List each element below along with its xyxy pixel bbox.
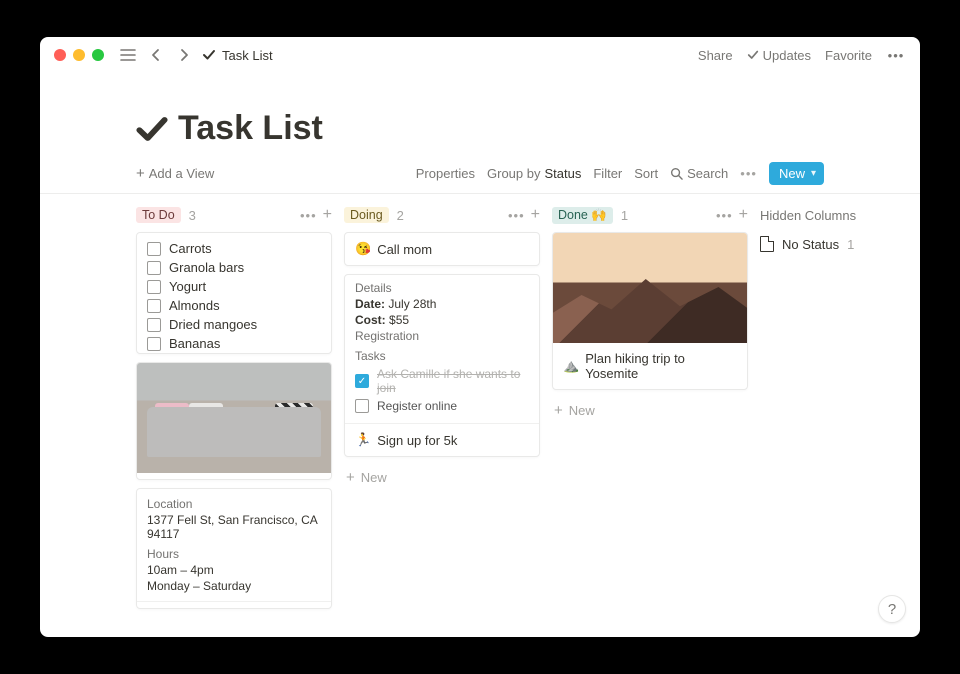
card-title: Plan hiking trip to Yosemite <box>585 351 737 381</box>
checklist-item[interactable]: Carrots <box>147 241 321 256</box>
detail-label: Details <box>355 281 529 295</box>
top-actions: Share Updates Favorite ••• <box>698 45 906 65</box>
sort-button[interactable]: Sort <box>634 166 658 181</box>
hidden-column-count: 1 <box>847 237 854 252</box>
column-todo: To Do 3 ••• + Carrots Granola bars Yogur… <box>136 204 332 617</box>
column-add-icon[interactable]: + <box>739 206 748 224</box>
column-count: 2 <box>397 208 404 223</box>
column-done: Done 🙌 1 ••• + ⛰️ Plan hiking trip to Yo… <box>552 204 748 617</box>
checklist-item[interactable]: Almonds <box>147 298 321 313</box>
plus-icon: + <box>346 469 355 486</box>
nav-back-icon[interactable] <box>146 45 166 65</box>
page-title[interactable]: Task List <box>178 109 323 148</box>
column-more-icon[interactable]: ••• <box>716 208 733 223</box>
page-content: Task List + Add a View Properties Group … <box>40 73 920 637</box>
card-emoji-icon: 🏃 <box>355 432 371 448</box>
column-header: To Do 3 ••• + <box>136 204 332 232</box>
view-more-icon[interactable]: ••• <box>740 166 757 181</box>
card-emoji-icon: ⛰️ <box>563 358 579 374</box>
column-label[interactable]: Doing <box>344 207 389 223</box>
page-icon[interactable] <box>134 113 169 145</box>
page-more-icon[interactable]: ••• <box>886 45 906 65</box>
share-button[interactable]: Share <box>698 48 733 63</box>
sidebar-toggle-icon[interactable] <box>118 45 138 65</box>
hidden-columns-header: Hidden Columns + <box>760 204 920 232</box>
checklist-item[interactable]: Yogurt <box>147 279 321 294</box>
check-icon <box>747 49 759 61</box>
add-view-button[interactable]: + Add a View <box>136 165 214 182</box>
column-count: 1 <box>621 208 628 223</box>
help-button[interactable]: ? <box>878 595 906 623</box>
card-title: Sign up for 5k <box>377 433 457 448</box>
updates-button[interactable]: Updates <box>747 48 811 63</box>
card-title: Call mom <box>377 242 432 257</box>
card[interactable]: Location 1377 Fell St, San Francisco, CA… <box>136 488 332 609</box>
filter-button[interactable]: Filter <box>593 166 622 181</box>
column-more-icon[interactable]: ••• <box>508 208 525 223</box>
card[interactable]: 😘 Call mom <box>344 232 540 266</box>
detail-label: Registration <box>355 329 529 343</box>
breadcrumb-title: Task List <box>222 48 273 63</box>
chevron-down-icon: ▾ <box>811 168 816 179</box>
column-add-icon[interactable]: + <box>323 206 332 224</box>
favorite-button[interactable]: Favorite <box>825 48 872 63</box>
column-add-icon[interactable]: + <box>531 206 540 224</box>
column-label[interactable]: Done 🙌 <box>552 207 613 224</box>
page-icon <box>760 236 774 252</box>
board: To Do 3 ••• + Carrots Granola bars Yogur… <box>40 194 920 637</box>
column-more-icon[interactable]: ••• <box>300 208 317 223</box>
checklist-item[interactable]: Dried mangoes <box>147 317 321 332</box>
detail-value: 1377 Fell St, San Francisco, CA 94117 <box>147 513 321 541</box>
window-controls <box>54 49 104 61</box>
breadcrumb[interactable]: Task List <box>202 48 273 63</box>
column-doing: Doing 2 ••• + 😘 Call mom <box>344 204 540 617</box>
card[interactable]: Carrots Granola bars Yogurt Almonds Drie… <box>136 232 332 354</box>
card-cover-image <box>553 233 747 343</box>
column-count: 3 <box>189 208 196 223</box>
checklist-item[interactable]: ✓Ask Camille if she wants to join <box>355 367 529 395</box>
hidden-columns-label: Hidden Columns <box>760 208 856 223</box>
groupby-button[interactable]: Group by Status <box>487 166 581 181</box>
hidden-column-label: No Status <box>782 237 839 252</box>
minimize-window-icon[interactable] <box>73 49 85 61</box>
detail-label: Hours <box>147 547 321 561</box>
view-toolbar: + Add a View Properties Group by Status … <box>40 148 920 194</box>
column-label[interactable]: To Do <box>136 207 181 223</box>
app-window: Task List Share Updates Favorite ••• Tas… <box>40 37 920 637</box>
checklist-item[interactable]: Register online <box>355 399 529 413</box>
search-icon <box>670 167 683 180</box>
card-cover-image <box>137 363 331 473</box>
check-icon <box>202 48 216 62</box>
detail-label: Tasks <box>355 349 529 363</box>
hidden-column-item[interactable]: No Status 1 <box>760 232 920 256</box>
plus-icon: + <box>554 402 563 419</box>
page-head: Task List <box>40 73 920 148</box>
column-header: Done 🙌 1 ••• + <box>552 204 748 232</box>
close-window-icon[interactable] <box>54 49 66 61</box>
titlebar: Task List Share Updates Favorite ••• <box>40 37 920 73</box>
card-emoji-icon: 😘 <box>355 241 371 257</box>
fullscreen-window-icon[interactable] <box>92 49 104 61</box>
column-header: Doing 2 ••• + <box>344 204 540 232</box>
search-button[interactable]: Search <box>670 166 728 181</box>
properties-button[interactable]: Properties <box>416 166 475 181</box>
new-button[interactable]: New ▾ <box>769 162 824 185</box>
column-new-button[interactable]: + New <box>552 398 748 423</box>
card[interactable]: ⛰️ Plan hiking trip to Yosemite <box>552 232 748 390</box>
card[interactable]: Details Date: July 28th Cost: $55 Regist… <box>344 274 540 457</box>
detail-value: 10am – 4pm <box>147 563 321 577</box>
nav-forward-icon[interactable] <box>174 45 194 65</box>
checklist-item[interactable]: Bananas <box>147 336 321 351</box>
detail-label: Location <box>147 497 321 511</box>
hidden-columns: Hidden Columns + No Status 1 <box>760 204 920 617</box>
checklist-item[interactable]: Granola bars <box>147 260 321 275</box>
column-new-button[interactable]: + New <box>344 465 540 490</box>
detail-value: Monday – Saturday <box>147 579 321 593</box>
plus-icon: + <box>136 165 145 182</box>
card[interactable]: 🛋️ Sell couch <box>136 362 332 480</box>
